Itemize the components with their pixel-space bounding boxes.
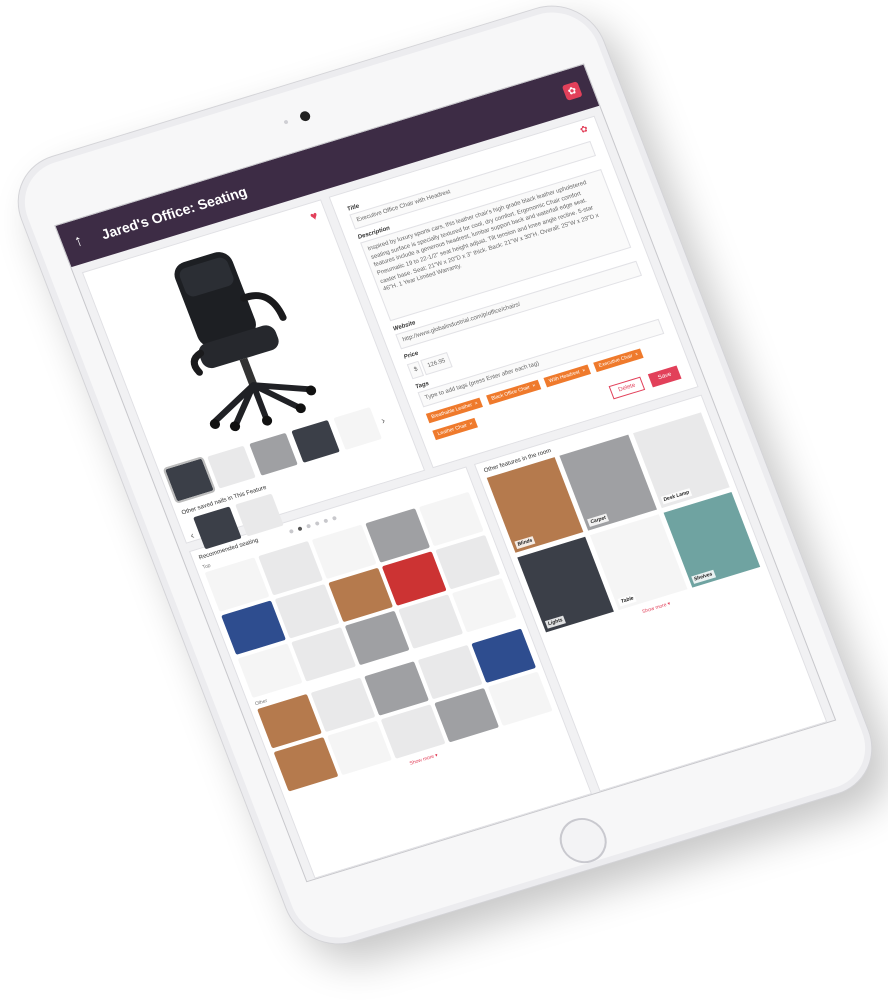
tag-chip[interactable]: Leather Chair× xyxy=(432,417,479,441)
thumbnail[interactable] xyxy=(207,445,256,489)
tablet-device: ↑ Jared's Office: Seating ✿ ♥ › Other sa… xyxy=(2,0,888,958)
seat-thumbnail[interactable] xyxy=(327,720,392,776)
show-more-label: Show more xyxy=(641,602,668,616)
close-icon[interactable]: × xyxy=(532,383,537,389)
seat-thumbnail[interactable] xyxy=(380,704,446,759)
tag-label: Black Office Chair xyxy=(490,384,531,402)
show-more-label: Show more xyxy=(408,753,436,767)
back-arrow-icon[interactable]: ↑ xyxy=(72,228,100,251)
gear-icon[interactable]: ✿ xyxy=(579,123,590,136)
office-chair-illustration xyxy=(174,252,317,432)
feature-label: Desk Lamp xyxy=(660,488,693,505)
tag-label: With Headrest xyxy=(548,369,581,385)
feature-label: Carpet xyxy=(587,513,610,527)
tag-label: Breathable Leather xyxy=(430,402,474,421)
seat-thumbnail[interactable] xyxy=(273,737,339,792)
feature-label: Blinds xyxy=(514,535,536,550)
chevron-right-icon[interactable]: › xyxy=(380,415,387,426)
camera-icon xyxy=(298,110,312,123)
home-button[interactable] xyxy=(552,812,614,869)
feature-label: Shelves xyxy=(690,569,716,585)
close-icon[interactable]: × xyxy=(469,421,474,427)
close-icon[interactable]: × xyxy=(634,351,639,357)
feature-label: Lights xyxy=(544,615,566,629)
tag-label: Leather Chair xyxy=(436,422,468,438)
thumbnail[interactable] xyxy=(333,407,382,450)
tag-chip[interactable]: Executive Chair× xyxy=(593,348,644,373)
app-screen: ↑ Jared's Office: Seating ✿ ♥ › Other sa… xyxy=(54,63,837,883)
tag-chip[interactable]: With Headrest× xyxy=(543,364,591,388)
chevron-left-icon[interactable]: ‹ xyxy=(189,530,196,541)
thumbnail[interactable] xyxy=(249,432,298,476)
feature-label: Table xyxy=(617,593,637,607)
sensor-dot xyxy=(283,119,289,125)
thumbnail[interactable] xyxy=(162,455,217,504)
price-field[interactable]: 126.95 xyxy=(420,351,454,376)
tag-label: Executive Chair xyxy=(597,353,634,370)
close-icon[interactable]: × xyxy=(474,400,479,406)
seat-thumbnail[interactable] xyxy=(487,671,553,727)
close-icon[interactable]: × xyxy=(581,368,586,374)
seat-thumbnail[interactable] xyxy=(434,687,500,743)
thumbnail[interactable] xyxy=(291,419,340,463)
